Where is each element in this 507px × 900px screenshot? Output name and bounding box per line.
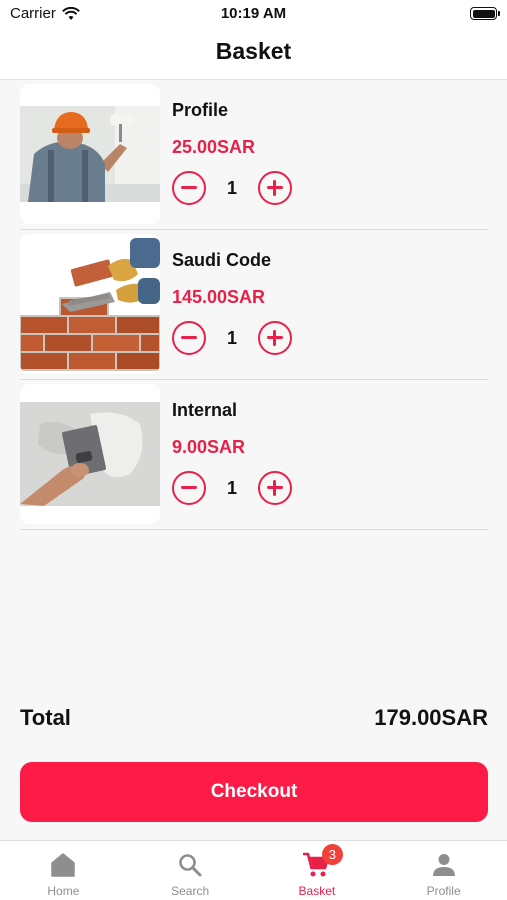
basket-item: Internal 9.00SAR 1 (20, 380, 488, 530)
tab-basket[interactable]: 3 Basket (254, 841, 381, 900)
tab-profile[interactable]: Profile (380, 841, 507, 900)
painter-roller-photo (20, 84, 160, 224)
tab-label: Home (47, 884, 80, 898)
quantity-value: 1 (226, 478, 237, 498)
tab-bar: Home Search 3 Basket Profile (0, 840, 507, 900)
increase-quantity-button[interactable] (258, 171, 292, 205)
tab-label: Basket (298, 884, 336, 898)
decrease-quantity-button[interactable] (172, 171, 206, 205)
basket-item: Profile 25.00SAR 1 (20, 80, 488, 230)
battery-icon (470, 7, 500, 20)
item-name: Internal (172, 400, 238, 420)
cart-count-badge: 3 (321, 844, 343, 865)
item-price: 9.00SAR (172, 437, 246, 457)
decrease-quantity-button[interactable] (172, 471, 206, 505)
decrease-quantity-button[interactable] (172, 321, 206, 355)
checkout-button[interactable]: Checkout (20, 762, 488, 822)
quantity-stepper: 1 (172, 471, 302, 505)
tab-label: Profile (426, 884, 461, 898)
item-image (20, 234, 160, 374)
total-label: Total (20, 705, 71, 730)
plastering-photo (20, 384, 160, 524)
person-icon (432, 854, 455, 876)
quantity-stepper: 1 (172, 321, 302, 355)
bricklaying-photo (20, 234, 160, 374)
item-name: Profile (172, 100, 229, 120)
item-name: Saudi Code (172, 250, 272, 270)
total-row: Total 179.00SAR (20, 705, 488, 735)
status-time: 10:19 AM (220, 5, 287, 22)
home-icon (51, 853, 76, 877)
increase-quantity-button[interactable] (258, 321, 292, 355)
quantity-stepper: 1 (172, 171, 302, 205)
status-bar: Carrier 10:19 AM (0, 0, 507, 30)
increase-quantity-button[interactable] (258, 471, 292, 505)
page-title: Basket (215, 38, 292, 64)
item-price: 145.00SAR (172, 287, 266, 307)
tab-label: Search (171, 884, 210, 898)
item-price: 25.00SAR (172, 137, 256, 157)
item-image (20, 84, 160, 224)
tab-home[interactable]: Home (0, 841, 127, 900)
item-image (20, 384, 160, 524)
quantity-value: 1 (226, 328, 237, 348)
total-value: 179.00SAR (374, 705, 488, 730)
tab-search[interactable]: Search (127, 841, 254, 900)
quantity-value: 1 (226, 178, 237, 198)
basket-list: Profile 25.00SAR 1 Saudi Code 145.00SAR … (20, 80, 488, 530)
navigation-bar: Basket (0, 30, 507, 80)
search-icon (179, 854, 202, 877)
minus-icon (181, 186, 197, 189)
minus-icon (181, 486, 197, 489)
basket-item: Saudi Code 145.00SAR 1 (20, 230, 488, 380)
minus-icon (181, 336, 197, 339)
